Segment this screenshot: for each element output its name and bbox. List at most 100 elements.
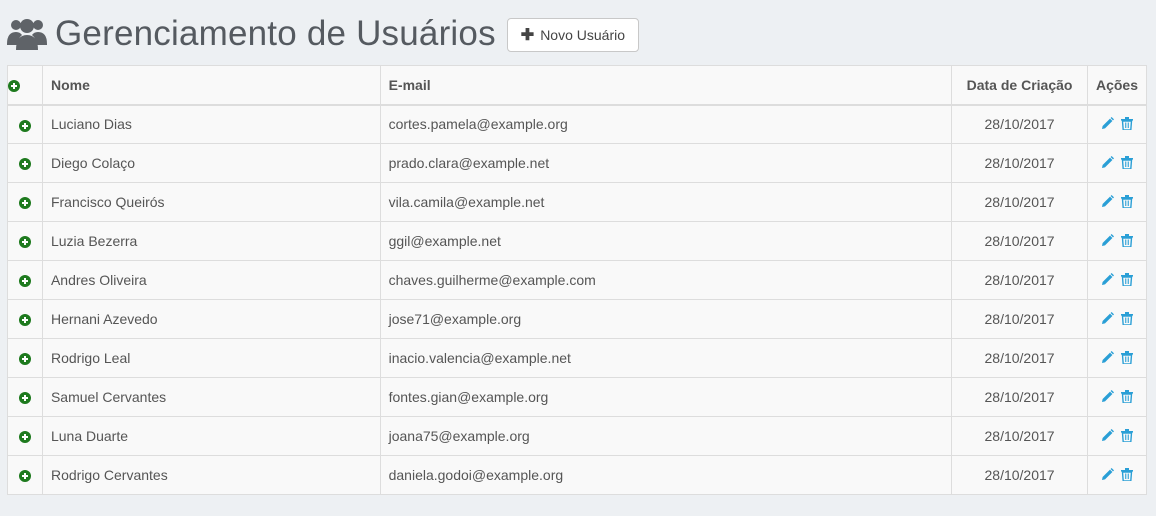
- expand-row-icon[interactable]: [18, 353, 31, 366]
- users-table: Nome E-mail Data de Criação Ações Lucian…: [7, 65, 1147, 495]
- expand-row-icon[interactable]: [18, 470, 31, 483]
- cell-email: ggil@example.net: [379, 221, 953, 261]
- cell-email: vila.camila@example.net: [379, 182, 953, 222]
- delete-trash-icon[interactable]: [1121, 389, 1133, 406]
- expand-row-cell[interactable]: [7, 182, 43, 222]
- expand-all-icon[interactable]: [8, 80, 20, 93]
- delete-trash-icon[interactable]: [1121, 116, 1133, 133]
- table-row[interactable]: Andres Oliveira chaves.guilherme@example.…: [7, 260, 1147, 300]
- cell-created: 28/10/2017: [951, 260, 1088, 300]
- expand-row-icon[interactable]: [18, 197, 31, 210]
- table-row[interactable]: Rodrigo Cervantes daniela.godoi@example.o…: [7, 455, 1147, 495]
- table-row[interactable]: Luzia Bezerra ggil@example.net 28/10/2017: [7, 221, 1147, 261]
- expand-row-cell[interactable]: [7, 260, 43, 300]
- expand-row-icon[interactable]: [18, 392, 31, 405]
- edit-pencil-icon[interactable]: [1101, 194, 1114, 211]
- cell-name: Luna Duarte: [41, 416, 381, 456]
- edit-pencil-icon[interactable]: [1101, 116, 1114, 133]
- expand-row-cell[interactable]: [7, 143, 43, 183]
- plus-icon: ✚: [520, 27, 535, 44]
- column-header-name[interactable]: Nome: [41, 65, 381, 106]
- expand-row-cell[interactable]: [7, 455, 43, 495]
- table-header-row: Nome E-mail Data de Criação Ações: [7, 65, 1147, 106]
- delete-trash-icon[interactable]: [1121, 350, 1133, 367]
- edit-pencil-icon[interactable]: [1101, 311, 1114, 328]
- column-header-created[interactable]: Data de Criação: [951, 65, 1088, 106]
- cell-email: chaves.guilherme@example.com: [379, 260, 953, 300]
- cell-name: Luzia Bezerra: [41, 221, 381, 261]
- expand-row-cell[interactable]: [7, 104, 43, 144]
- cell-created: 28/10/2017: [951, 377, 1088, 417]
- table-row[interactable]: Rodrigo Leal inacio.valencia@example.net 2…: [7, 338, 1147, 378]
- cell-email: inacio.valencia@example.net: [379, 338, 953, 378]
- cell-actions: [1087, 377, 1147, 417]
- cell-name: Luciano Dias: [41, 104, 381, 144]
- expand-row-icon[interactable]: [18, 158, 31, 171]
- cell-name: Francisco Queirós: [41, 182, 381, 222]
- cell-created: 28/10/2017: [951, 455, 1088, 495]
- edit-pencil-icon[interactable]: [1101, 389, 1114, 406]
- expand-row-icon[interactable]: [18, 314, 31, 327]
- delete-trash-icon[interactable]: [1121, 428, 1133, 445]
- page-title: Gerenciamento de Usuários: [55, 14, 496, 53]
- expand-row-icon[interactable]: [18, 119, 31, 132]
- table-row[interactable]: Luna Duarte joana75@example.org 28/10/2017: [7, 416, 1147, 456]
- table-row[interactable]: Luciano Dias cortes.pamela@example.org 28/…: [7, 104, 1147, 144]
- cell-email: cortes.pamela@example.org: [379, 104, 953, 144]
- edit-pencil-icon[interactable]: [1101, 350, 1114, 367]
- cell-name: Hernani Azevedo: [41, 299, 381, 339]
- cell-email: daniela.godoi@example.org: [379, 455, 953, 495]
- expand-row-icon[interactable]: [18, 275, 31, 288]
- cell-name: Rodrigo Cervantes: [41, 455, 381, 495]
- expand-row-icon[interactable]: [18, 431, 31, 444]
- delete-trash-icon[interactable]: [1121, 272, 1133, 289]
- cell-name: Diego Colaço: [41, 143, 381, 183]
- expand-row-cell[interactable]: [7, 377, 43, 417]
- cell-created: 28/10/2017: [951, 221, 1088, 261]
- delete-trash-icon[interactable]: [1121, 311, 1133, 328]
- cell-actions: [1087, 182, 1147, 222]
- column-header-actions: Ações: [1087, 65, 1147, 106]
- expand-row-cell[interactable]: [7, 416, 43, 456]
- edit-pencil-icon[interactable]: [1101, 428, 1114, 445]
- table-row[interactable]: Diego Colaço prado.clara@example.net 28/10…: [7, 143, 1147, 183]
- cell-name: Andres Oliveira: [41, 260, 381, 300]
- cell-name: Samuel Cervantes: [41, 377, 381, 417]
- delete-trash-icon[interactable]: [1121, 233, 1133, 250]
- cell-actions: [1087, 455, 1147, 495]
- cell-created: 28/10/2017: [951, 416, 1088, 456]
- table-row[interactable]: Francisco Queirós vila.camila@example.net…: [7, 182, 1147, 222]
- edit-pencil-icon[interactable]: [1101, 155, 1114, 172]
- expand-row-cell[interactable]: [7, 338, 43, 378]
- delete-trash-icon[interactable]: [1121, 155, 1133, 172]
- cell-created: 28/10/2017: [951, 182, 1088, 222]
- cell-created: 28/10/2017: [951, 299, 1088, 339]
- page-header: Gerenciamento de Usuários ✚ Novo Usuário: [7, 12, 640, 56]
- delete-trash-icon[interactable]: [1121, 467, 1133, 484]
- expand-all-cell[interactable]: [7, 65, 43, 106]
- expand-row-icon[interactable]: [18, 236, 31, 249]
- edit-pencil-icon[interactable]: [1101, 467, 1114, 484]
- table-row[interactable]: Hernani Azevedo jose71@example.org 28/10/2…: [7, 299, 1147, 339]
- delete-trash-icon[interactable]: [1121, 194, 1133, 211]
- cell-email: joana75@example.org: [379, 416, 953, 456]
- cell-name: Rodrigo Leal: [41, 338, 381, 378]
- cell-email: fontes.gian@example.org: [379, 377, 953, 417]
- cell-created: 28/10/2017: [951, 338, 1088, 378]
- edit-pencil-icon[interactable]: [1101, 233, 1114, 250]
- cell-actions: [1087, 221, 1147, 261]
- edit-pencil-icon[interactable]: [1101, 272, 1114, 289]
- cell-actions: [1087, 104, 1147, 144]
- cell-created: 28/10/2017: [951, 143, 1088, 183]
- table-row[interactable]: Samuel Cervantes fontes.gian@example.org 2…: [7, 377, 1147, 417]
- cell-actions: [1087, 338, 1147, 378]
- cell-actions: [1087, 143, 1147, 183]
- expand-row-cell[interactable]: [7, 221, 43, 261]
- cell-email: prado.clara@example.net: [379, 143, 953, 183]
- new-user-button[interactable]: ✚ Novo Usuário: [506, 18, 640, 52]
- expand-row-cell[interactable]: [7, 299, 43, 339]
- cell-created: 28/10/2017: [951, 104, 1088, 144]
- new-user-button-label: Novo Usuário: [540, 27, 626, 43]
- cell-actions: [1087, 299, 1147, 339]
- column-header-email[interactable]: E-mail: [379, 65, 953, 106]
